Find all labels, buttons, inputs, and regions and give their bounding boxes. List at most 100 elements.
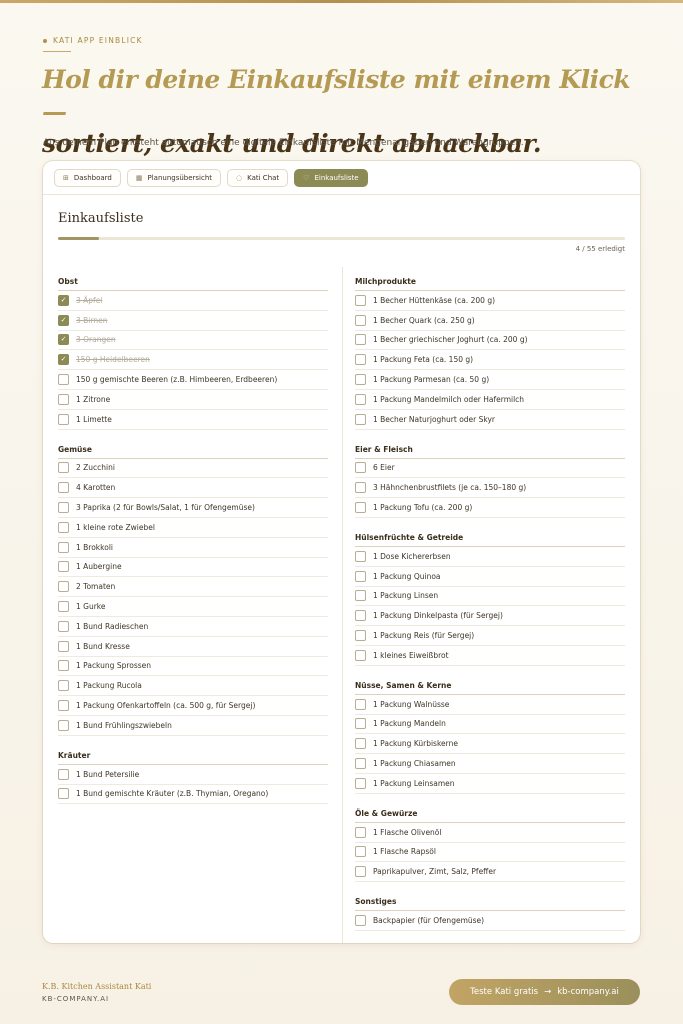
- list-item[interactable]: 4 Karotten: [58, 478, 328, 499]
- item-checkbox[interactable]: [355, 462, 366, 474]
- item-checkbox[interactable]: [355, 777, 366, 789]
- item-checkbox[interactable]: [355, 354, 366, 366]
- list-item[interactable]: 1 Becher Quark (ca. 250 g): [355, 311, 625, 331]
- item-checkbox[interactable]: [58, 561, 69, 573]
- item-checkbox[interactable]: [58, 620, 69, 632]
- tab-kati-chat[interactable]: ◌ Kati Chat: [227, 168, 289, 187]
- list-item[interactable]: 1 Packung Ofenkartoffeln (ca. 500 g, für…: [58, 696, 328, 716]
- list-item[interactable]: 3 Birnen: [58, 311, 328, 331]
- list-item[interactable]: 1 Becher Hüttenkäse (ca. 200 g): [355, 291, 625, 311]
- list-item[interactable]: 1 Packung Dinkelpasta (für Sergej): [355, 606, 625, 627]
- list-item[interactable]: 1 Packung Linsen: [355, 587, 625, 607]
- item-checkbox[interactable]: [355, 758, 366, 770]
- cta-button[interactable]: Teste Kati gratis → kb-company.ai: [449, 979, 640, 1005]
- item-checkbox[interactable]: [58, 581, 69, 593]
- item-checkbox[interactable]: [58, 788, 69, 800]
- tab-planungsübersicht[interactable]: ▦ Planungsübersicht: [126, 168, 222, 187]
- item-checkbox[interactable]: [58, 294, 69, 306]
- item-checkbox[interactable]: [355, 482, 366, 494]
- list-item[interactable]: 1 Zitrone: [58, 390, 328, 410]
- list-item[interactable]: 1 Packung Mandelmilch oder Hafermilch: [355, 390, 625, 410]
- list-item[interactable]: Backpapier (für Ofengemüse): [355, 911, 625, 931]
- list-item[interactable]: 1 Packung Leinsamen: [355, 774, 625, 794]
- item-checkbox[interactable]: [355, 393, 366, 405]
- item-checkbox[interactable]: [355, 718, 366, 730]
- item-checkbox[interactable]: [58, 413, 69, 425]
- item-checkbox[interactable]: [355, 334, 366, 346]
- item-checkbox[interactable]: [58, 660, 69, 672]
- item-checkbox[interactable]: [58, 700, 69, 712]
- list-item[interactable]: 1 Bund Frühlingszwiebeln: [58, 716, 328, 736]
- list-item[interactable]: 1 Bund Kresse: [58, 637, 328, 657]
- list-item[interactable]: 1 Packung Reis (für Sergej): [355, 626, 625, 646]
- item-checkbox[interactable]: [355, 314, 366, 326]
- item-checkbox[interactable]: [355, 374, 366, 386]
- list-item[interactable]: 1 Gurke: [58, 597, 328, 617]
- tab-dashboard[interactable]: ⊞ Dashboard: [54, 168, 121, 187]
- list-item[interactable]: 1 kleines Eiweißbrot: [355, 646, 625, 666]
- item-checkbox[interactable]: [58, 719, 69, 731]
- item-checkbox[interactable]: [58, 374, 69, 386]
- tab-einkaufsliste[interactable]: ♡ Einkaufsliste: [294, 168, 368, 187]
- item-checkbox[interactable]: [355, 915, 366, 927]
- list-item[interactable]: 1 Limette: [58, 410, 328, 430]
- list-item[interactable]: 1 Packung Rucola: [58, 676, 328, 697]
- item-checkbox[interactable]: [355, 738, 366, 750]
- item-checkbox[interactable]: [58, 601, 69, 613]
- item-checkbox[interactable]: [355, 826, 366, 838]
- list-item[interactable]: 1 Bund gemischte Kräuter (z.B. Thymian, …: [58, 785, 328, 805]
- item-checkbox[interactable]: [355, 294, 366, 306]
- list-item[interactable]: 1 Dose Kichererbsen: [355, 547, 625, 567]
- item-checkbox[interactable]: [58, 393, 69, 405]
- item-checkbox[interactable]: [355, 846, 366, 858]
- item-checkbox[interactable]: [355, 502, 366, 514]
- list-item[interactable]: 1 Flasche Olivenöl: [355, 823, 625, 843]
- list-item[interactable]: 2 Zucchini: [58, 459, 328, 479]
- list-item[interactable]: 1 Brokkoli: [58, 538, 328, 558]
- item-checkbox[interactable]: [355, 610, 366, 622]
- item-checkbox[interactable]: [355, 649, 366, 661]
- item-checkbox[interactable]: [355, 550, 366, 562]
- item-checkbox[interactable]: [58, 502, 69, 514]
- list-item[interactable]: 1 Packung Sprossen: [58, 657, 328, 677]
- item-checkbox[interactable]: [355, 866, 366, 878]
- list-item[interactable]: 150 g Heidelbeeren: [58, 350, 328, 371]
- item-checkbox[interactable]: [355, 630, 366, 642]
- item-checkbox[interactable]: [355, 570, 366, 582]
- list-item[interactable]: Paprikapulver, Zimt, Salz, Pfeffer: [355, 862, 625, 883]
- item-checkbox[interactable]: [355, 590, 366, 602]
- list-item[interactable]: 1 Packung Walnüsse: [355, 695, 625, 715]
- item-checkbox[interactable]: [58, 680, 69, 692]
- list-item[interactable]: 1 Packung Feta (ca. 150 g): [355, 350, 625, 371]
- item-checkbox[interactable]: [58, 521, 69, 533]
- item-checkbox[interactable]: [58, 541, 69, 553]
- item-checkbox[interactable]: [355, 698, 366, 710]
- list-item[interactable]: 1 Packung Mandeln: [355, 715, 625, 735]
- item-checkbox[interactable]: [58, 462, 69, 474]
- list-item[interactable]: 150 g gemischte Beeren (z.B. Himbeeren, …: [58, 370, 328, 390]
- list-item[interactable]: 1 Packung Quinoa: [355, 567, 625, 587]
- list-item[interactable]: 1 Becher Naturjoghurt oder Skyr: [355, 410, 625, 430]
- list-item[interactable]: 1 Bund Petersilie: [58, 765, 328, 785]
- item-checkbox[interactable]: [58, 314, 69, 326]
- list-item[interactable]: 1 Packung Kürbiskerne: [355, 734, 625, 755]
- item-checkbox[interactable]: [58, 640, 69, 652]
- list-item[interactable]: 3 Orangen: [58, 331, 328, 351]
- list-item[interactable]: 1 Becher griechischer Joghurt (ca. 200 g…: [355, 331, 625, 351]
- list-item[interactable]: 3 Hähnchenbrustfilets (je ca. 150–180 g): [355, 478, 625, 499]
- list-item[interactable]: 1 kleine rote Zwiebel: [58, 518, 328, 538]
- list-item[interactable]: 3 Äpfel: [58, 291, 328, 311]
- list-item[interactable]: 1 Flasche Rapsöl: [355, 843, 625, 863]
- item-checkbox[interactable]: [58, 482, 69, 494]
- item-checkbox[interactable]: [355, 413, 366, 425]
- list-item[interactable]: 1 Aubergine: [58, 558, 328, 578]
- list-item[interactable]: 6 Eier: [355, 459, 625, 479]
- list-item[interactable]: 3 Paprika (2 für Bowls/Salat, 1 für Ofen…: [58, 498, 328, 518]
- list-item[interactable]: 2 Tomaten: [58, 577, 328, 598]
- list-item[interactable]: 1 Bund Radieschen: [58, 617, 328, 637]
- list-item[interactable]: 1 Packung Chiasamen: [355, 754, 625, 774]
- item-checkbox[interactable]: [58, 334, 69, 346]
- list-item[interactable]: 1 Packung Tofu (ca. 200 g): [355, 498, 625, 518]
- item-checkbox[interactable]: [58, 354, 69, 366]
- list-item[interactable]: 1 Packung Parmesan (ca. 50 g): [355, 370, 625, 390]
